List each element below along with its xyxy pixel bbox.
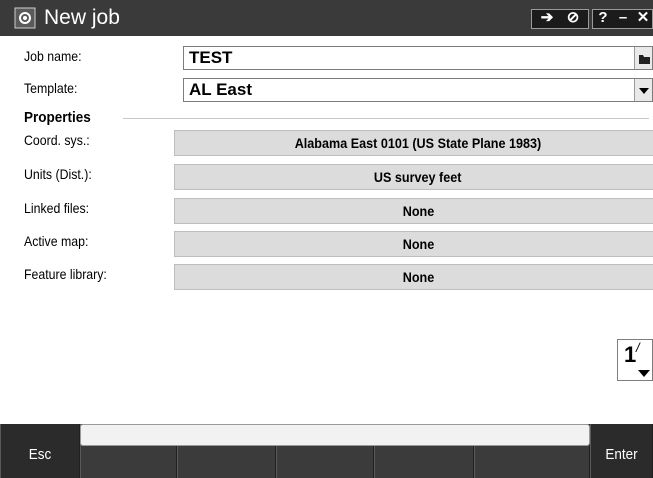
- coord-sys-button[interactable]: Alabama East 0101 (US State Plane 1983): [174, 130, 653, 156]
- minimize-icon[interactable]: –: [614, 8, 632, 28]
- template-label: Template:: [24, 80, 78, 96]
- template-value: AL East: [189, 80, 252, 99]
- no-entry-icon[interactable]: ⊘: [561, 8, 585, 28]
- job-name-field[interactable]: TEST: [183, 46, 653, 70]
- units-value: US survey feet: [374, 169, 462, 185]
- new-job-form: Job name: TEST Template: AL East Propert…: [10, 36, 653, 424]
- coord-sys-label: Coord. sys.:: [24, 132, 90, 148]
- properties-divider: [123, 118, 649, 119]
- template-dropdown-button[interactable]: [634, 79, 652, 101]
- linked-files-label: Linked files:: [24, 200, 90, 216]
- enter-label: Enter: [605, 446, 638, 463]
- window-title: New job: [44, 6, 120, 29]
- page-number: 1: [624, 342, 637, 367]
- close-icon[interactable]: ✕: [634, 8, 652, 28]
- folder-icon: [639, 55, 650, 64]
- help-icon[interactable]: ?: [594, 8, 612, 28]
- job-name-label: Job name:: [24, 48, 82, 64]
- gear-cube-icon: [14, 7, 36, 29]
- browse-button[interactable]: [634, 47, 652, 69]
- chevron-down-icon: [638, 370, 650, 377]
- status-line: [80, 424, 590, 446]
- page-switch-button[interactable]: 1 /: [617, 339, 653, 381]
- units-button[interactable]: US survey feet: [174, 164, 653, 190]
- active-map-label: Active map:: [24, 233, 89, 249]
- enter-button[interactable]: Enter: [590, 424, 653, 478]
- coord-sys-value: Alabama East 0101 (US State Plane 1983): [294, 135, 542, 151]
- active-map-value: None: [402, 236, 434, 252]
- feature-library-value: None: [402, 269, 434, 285]
- job-name-value: TEST: [189, 48, 233, 67]
- title-bar: New job ➔ ⊘ ? – ✕: [0, 0, 653, 36]
- page-slash: /: [636, 340, 640, 355]
- esc-button[interactable]: Esc: [0, 424, 80, 478]
- feature-library-label: Feature library:: [24, 266, 107, 282]
- connect-icon[interactable]: ➔: [535, 8, 559, 28]
- chevron-down-icon: [639, 88, 649, 94]
- properties-heading: Properties: [24, 109, 91, 126]
- template-select[interactable]: AL East: [183, 78, 653, 102]
- esc-label: Esc: [28, 446, 52, 463]
- active-map-button[interactable]: None: [174, 231, 653, 257]
- feature-library-button[interactable]: None: [174, 264, 653, 290]
- linked-files-value: None: [402, 203, 434, 219]
- linked-files-button[interactable]: None: [174, 198, 653, 224]
- units-label: Units (Dist.):: [24, 166, 92, 182]
